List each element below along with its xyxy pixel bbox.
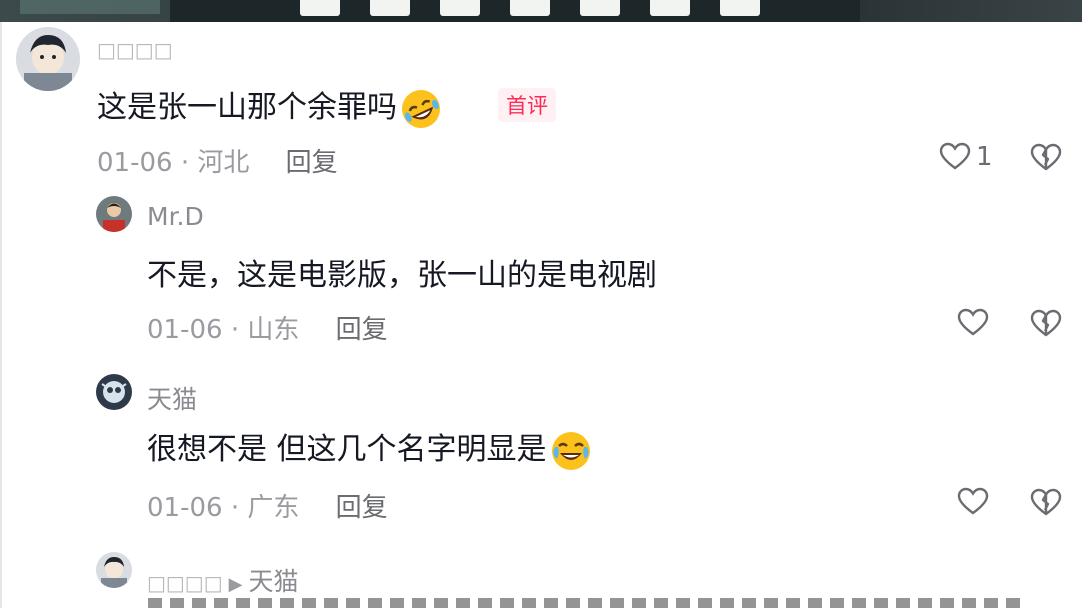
comment-text-cutoff xyxy=(148,598,1028,608)
comment-region: 广东 xyxy=(247,493,300,523)
reply-button[interactable]: 回复 xyxy=(336,493,388,523)
crying-laughing-emoji xyxy=(551,431,590,470)
caption-glyph xyxy=(440,0,480,16)
reply-arrow-icon: ▶ xyxy=(228,574,243,595)
video-preview-strip[interactable] xyxy=(0,0,1082,22)
caption-glyph xyxy=(370,0,410,16)
comment-meta: 01-06 · 广东 回复 xyxy=(147,487,388,524)
reply-author[interactable]: □□□□ xyxy=(147,571,223,595)
meta-separator: · xyxy=(230,493,240,523)
reply-button[interactable]: 回复 xyxy=(336,315,388,345)
panel-left-border xyxy=(0,22,2,608)
comment-username[interactable]: 天猫 xyxy=(147,380,197,416)
rofl-emoji xyxy=(402,89,440,128)
comment-region: 河北 xyxy=(197,148,250,178)
comment-text: 不是，这是电影版，张一山的是电视剧 xyxy=(147,258,657,293)
caption-glyph xyxy=(580,0,620,16)
avatar[interactable] xyxy=(96,374,132,410)
meta-separator: · xyxy=(230,315,240,345)
avatar[interactable] xyxy=(96,196,132,232)
comment-meta: 01-06 · 山东 回复 xyxy=(147,309,388,346)
caption-glyph xyxy=(300,0,340,16)
like-button[interactable] xyxy=(956,306,990,340)
comment-date: 01-06 xyxy=(147,493,223,523)
dislike-button[interactable] xyxy=(1029,307,1063,341)
like-button[interactable] xyxy=(956,485,990,519)
dislike-button[interactable] xyxy=(1029,141,1063,175)
comment-text-content: 这是张一山那个余罪吗 xyxy=(97,90,397,125)
dislike-button[interactable] xyxy=(1029,486,1063,520)
like-count: 1 xyxy=(976,142,993,172)
broken-heart-icon xyxy=(1030,143,1062,171)
avatar[interactable] xyxy=(96,552,132,588)
comment-date: 01-06 xyxy=(147,315,223,345)
heart-icon xyxy=(957,487,989,515)
caption-glyph xyxy=(650,0,690,16)
video-frame-detail xyxy=(20,0,160,14)
reply-to-user[interactable]: 天猫 xyxy=(248,567,298,596)
heart-icon xyxy=(957,308,989,336)
broken-heart-icon xyxy=(1030,488,1062,516)
avatar[interactable] xyxy=(16,27,80,91)
comment-text-content: 很想不是 但这几个名字明显是 xyxy=(147,432,547,467)
like-button[interactable]: 1 xyxy=(938,140,993,174)
comment-text: 这是张一山那个余罪吗 xyxy=(97,82,443,131)
caption-glyph xyxy=(720,0,760,16)
comment-text: 很想不是 但这几个名字明显是 xyxy=(147,424,593,473)
reply-button[interactable]: 回复 xyxy=(286,148,338,178)
comment-region: 山东 xyxy=(247,315,300,345)
meta-separator: · xyxy=(180,148,190,178)
comment-username[interactable]: □□□□ xyxy=(97,38,173,62)
caption-glyph xyxy=(510,0,550,16)
comment-username[interactable]: □□□□ ▶ 天猫 xyxy=(147,562,298,598)
broken-heart-icon xyxy=(1030,309,1062,337)
heart-icon xyxy=(939,142,971,170)
comment-username[interactable]: Mr.D xyxy=(147,202,204,231)
first-comment-badge: 首评 xyxy=(498,88,556,122)
comment-date: 01-06 xyxy=(97,148,173,178)
comment-meta: 01-06 · 河北 回复 xyxy=(97,142,338,179)
